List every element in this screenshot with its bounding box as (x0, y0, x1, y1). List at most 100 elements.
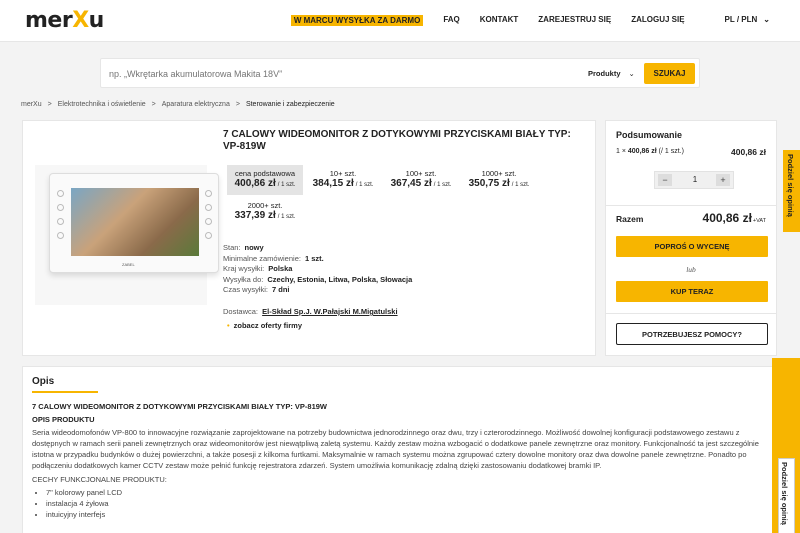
vat-label: +VAT (752, 218, 766, 224)
price-unit: / 1 szt. (277, 182, 296, 188)
summary-line-total: 400,86 zł (731, 147, 766, 157)
title-underline (32, 391, 98, 393)
search-category-label: Produkty (588, 69, 621, 78)
price-tier-1000[interactable]: 1000+ szt. 350,75 zł/ 1 szt. (461, 165, 537, 195)
monitor-button-icon (57, 204, 64, 211)
spec-label: Czas wysyłki: (223, 285, 269, 294)
price-value: 367,45 zł (390, 178, 432, 189)
summary-unit: (/ 1 szt.) (658, 148, 684, 155)
spec-value: Czechy, Estonia, Litwa, Polska, Słowacja (267, 274, 413, 284)
feedback-tab-secondary[interactable]: Podziel się opinią (772, 358, 800, 533)
price-tier-base[interactable]: cena podstawowa 400,86 zł/ 1 szt. (227, 165, 303, 195)
need-help-button[interactable]: POTRZEBUJESZ POMOCY? (616, 323, 768, 345)
price-tier-amount: 400,86 zł/ 1 szt. (227, 178, 303, 189)
price-value: 384,15 zł (312, 178, 354, 189)
breadcrumb-separator: > (47, 101, 52, 108)
search-button[interactable]: SZUKAJ (644, 63, 695, 84)
spec-label: Kraj wysyłki: (223, 264, 265, 273)
monitor-button-icon (205, 232, 212, 239)
promo-banner[interactable]: W MARCU WYSYŁKA ZA DARMO (290, 15, 424, 26)
search-bar: Produkty ⌄ SZUKAJ (100, 58, 700, 88)
nav-register[interactable]: ZAREJESTRUJ SIĘ (538, 15, 611, 26)
monitor-button-icon (205, 204, 212, 211)
buy-now-button[interactable]: KUP TERAZ (616, 281, 768, 302)
monitor-button-icon (205, 218, 212, 225)
locale-label: PL / PLN (724, 15, 758, 24)
summary-line: 1 × 400,86 zł (/ 1 szt.) (616, 148, 684, 155)
total-label: Razem (616, 214, 644, 224)
spec-value: nowy (244, 243, 264, 252)
summary-qty: 1 × (616, 148, 626, 155)
product-card: ZABEL 7 CALOWY WIDEOMONITOR Z DOTYKOWYMI… (22, 120, 596, 356)
merxu-logo[interactable]: merXu (25, 8, 104, 33)
nav-faq[interactable]: FAQ (443, 15, 459, 26)
monitor-button-icon (57, 190, 64, 197)
breadcrumb-item[interactable]: Aparatura elektryczna (162, 101, 230, 108)
breadcrumb-item[interactable]: Elektrotechnika i oświetlenie (58, 101, 146, 108)
spec-row: Minimalne zamówienie: 1 szt. (223, 254, 412, 265)
spec-value: 7 dni (272, 285, 290, 294)
description-section: Opis 7 CALOWY WIDEOMONITOR Z DOTYKOWYMI … (22, 366, 774, 533)
increase-quantity-button[interactable]: + (716, 174, 730, 186)
features-title: CECHY FUNKCJONALNE PRODUKTU: (32, 475, 167, 484)
bullet-icon: • (227, 321, 230, 330)
description-subheading: OPIS PRODUKTU (32, 415, 95, 424)
price-value: 337,39 zł (234, 210, 276, 221)
spec-row: Wysyłka do: Czechy, Estonia, Litwa, Polsk… (223, 275, 412, 286)
supplier-link[interactable]: El-Skład Sp.J. W.Pałajski M.Migatulski (262, 307, 397, 316)
feature-item: intuicyjny interfejs (46, 509, 762, 520)
summary-title: Podsumowanie (616, 130, 683, 140)
product-image[interactable]: ZABEL (35, 165, 219, 305)
quantity-input[interactable]: 1 (685, 175, 705, 184)
breadcrumb-current: Sterowanie i zabezpieczenie (245, 101, 335, 108)
summary-unit-price: 400,86 zł (627, 148, 657, 155)
chevron-down-icon: ⌄ (763, 15, 770, 24)
price-tier-2000[interactable]: 2000+ szt. 337,39 zł/ 1 szt. (227, 197, 303, 227)
company-offers-link[interactable]: • zobacz oferty firmy (227, 321, 302, 330)
video-monitor-image: ZABEL (49, 173, 219, 273)
product-specs: Stan: nowy Minimalne zamówienie: 1 szt. Kr… (223, 243, 412, 296)
chevron-down-icon: ⌄ (628, 69, 635, 78)
top-nav: W MARCU WYSYŁKA ZA DARMO FAQ KONTAKT ZAR… (271, 15, 770, 26)
price-tier-10[interactable]: 10+ szt. 384,15 zł/ 1 szt. (305, 165, 381, 195)
breadcrumb-item[interactable]: merXu (21, 101, 42, 108)
price-tier-amount: 384,15 zł/ 1 szt. (305, 178, 381, 189)
price-value: 400,86 zł (234, 178, 276, 189)
price-unit: / 1 szt. (355, 182, 374, 188)
search-category-select[interactable]: Produkty ⌄ (588, 69, 635, 78)
nav-contact[interactable]: KONTAKT (480, 15, 519, 26)
company-offers-label: zobacz oferty firmy (233, 321, 302, 330)
locale-selector[interactable]: PL / PLN ⌄ (705, 15, 770, 26)
price-tier-100[interactable]: 100+ szt. 367,45 zł/ 1 szt. (383, 165, 459, 195)
nav-login[interactable]: ZALOGUJ SIĘ (631, 15, 684, 26)
price-value: 350,75 zł (468, 178, 510, 189)
quantity-stepper: − 1 + (654, 171, 734, 189)
monitor-screen-photo (71, 188, 199, 256)
monitor-button-icon (57, 232, 64, 239)
price-tier-qty: 100+ szt. (405, 169, 437, 178)
description-title: Opis (32, 376, 55, 387)
total-amount: 400,86 zł (702, 211, 752, 225)
request-quote-button[interactable]: POPROŚ O WYCENĘ (616, 236, 768, 257)
decrease-quantity-button[interactable]: − (658, 174, 672, 186)
description-paragraph: Seria wideodomofonów VP-800 to innowacyj… (32, 428, 759, 470)
spec-label: Wysyłka do: (223, 274, 264, 284)
feedback-tab[interactable]: Podziel się opinią (783, 150, 800, 232)
order-summary: Podsumowanie 1 × 400,86 zł (/ 1 szt.) 40… (605, 120, 777, 356)
price-tier-qty: 2000+ szt. (247, 201, 283, 210)
feedback-tab-label: Podziel się opinią (780, 462, 789, 525)
spec-row: Stan: nowy (223, 243, 412, 254)
product-title: 7 CALOWY WIDEOMONITOR Z DOTYKOWYMI PRZYC… (223, 129, 571, 152)
price-unit: / 1 szt. (511, 182, 530, 188)
breadcrumb-separator: > (235, 101, 240, 108)
supplier-label: Dostawca: (223, 307, 259, 316)
search-input[interactable] (109, 65, 569, 83)
or-separator: lub (686, 265, 696, 274)
price-tier-qty: 1000+ szt. (481, 169, 517, 178)
price-tier-amount: 337,39 zł/ 1 szt. (227, 210, 303, 221)
features-list: 7" kolorowy panel LCD instalacja 4 żyłow… (46, 487, 762, 520)
price-tier-amount: 350,75 zł/ 1 szt. (461, 178, 537, 189)
price-tier-amount: 367,45 zł/ 1 szt. (383, 178, 459, 189)
breadcrumb: merXu > Elektrotechnika i oświetlenie > Apar… (21, 101, 335, 108)
price-tier-qty: 10+ szt. (329, 169, 357, 178)
